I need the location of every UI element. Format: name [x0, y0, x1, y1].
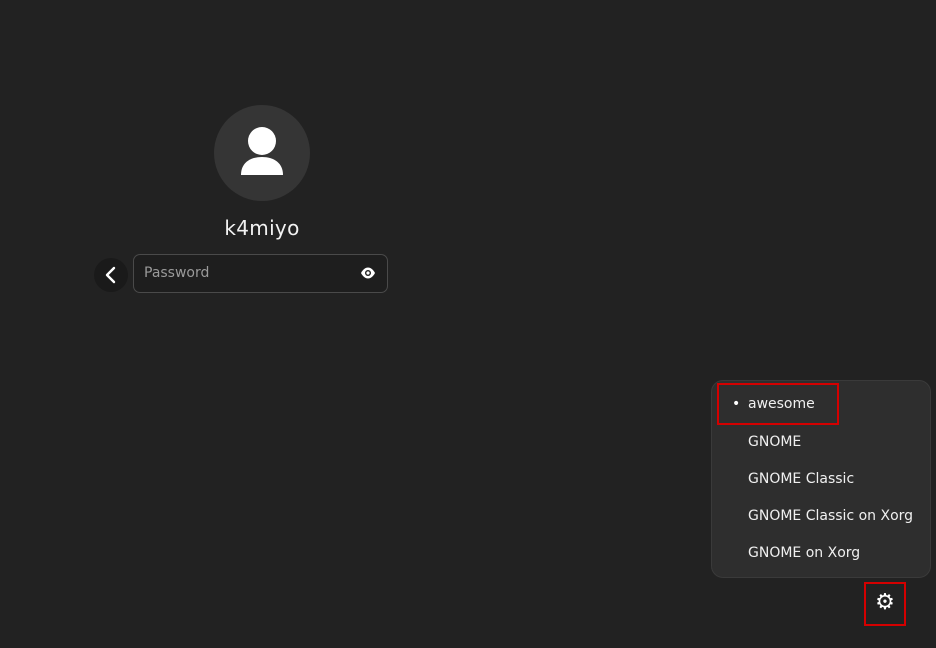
- session-item-label: GNOME: [748, 434, 802, 450]
- session-item-label: GNOME Classic: [748, 471, 855, 487]
- session-menu: • awesome GNOME GNOME Classic GNOME Clas…: [711, 380, 931, 578]
- session-item-gnome-classic-xorg[interactable]: GNOME Classic on Xorg: [720, 500, 922, 533]
- password-field[interactable]: [133, 254, 388, 293]
- session-item-awesome[interactable]: • awesome: [717, 383, 839, 425]
- gear-icon: ⚙: [875, 590, 895, 615]
- user-avatar-icon: [214, 105, 310, 201]
- eye-icon[interactable]: [360, 266, 376, 280]
- username-label: k4miyo: [224, 216, 300, 240]
- password-input[interactable]: [144, 255, 344, 291]
- session-item-label: GNOME on Xorg: [748, 545, 861, 561]
- back-button[interactable]: [94, 258, 128, 292]
- session-settings-button[interactable]: ⚙: [864, 582, 906, 626]
- login-screen: k4miyo • awesome GNOME GNOME Classic GNO…: [0, 0, 936, 648]
- session-item-label: GNOME Classic on Xorg: [748, 508, 914, 524]
- session-item-label: awesome: [748, 396, 815, 412]
- chevron-left-icon: [105, 266, 116, 284]
- session-item-gnome-classic[interactable]: GNOME Classic: [720, 463, 922, 496]
- selected-bullet-icon: •: [732, 396, 741, 412]
- session-item-gnome[interactable]: GNOME: [720, 426, 922, 459]
- session-item-gnome-xorg[interactable]: GNOME on Xorg: [720, 537, 922, 570]
